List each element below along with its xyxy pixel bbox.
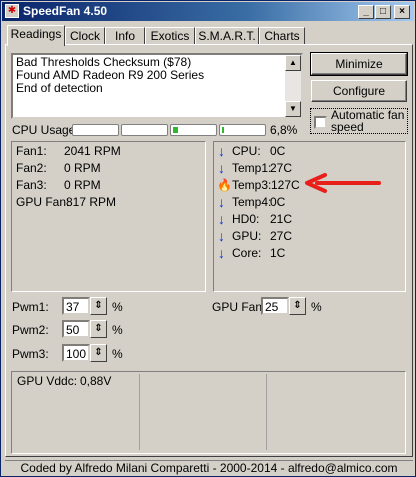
- scroll-up-arrow-icon[interactable]: ▲: [285, 55, 301, 71]
- cpu-core-fill: [173, 127, 178, 133]
- automatic-fan-speed-label: Automatic fan speed: [331, 109, 404, 133]
- arrow-down-icon: ↓: [218, 143, 225, 159]
- cpu-core-bar: [121, 124, 168, 136]
- title-bar[interactable]: ✱ SpeedFan 4.50 _ □ ×: [2, 2, 414, 21]
- temp-label: Temp3:: [232, 178, 272, 192]
- cpu-core-fill: [222, 127, 224, 133]
- temp-value: 127C: [271, 178, 300, 192]
- cpu-usage-label: CPU Usage: [12, 123, 76, 137]
- cpu-core-bar: [170, 124, 217, 136]
- temp-value: 21C: [270, 212, 293, 226]
- annotation-arrow: [305, 173, 381, 193]
- automatic-fan-speed-checkbox[interactable]: [314, 116, 327, 129]
- gpu-fan-label: GPU Fan:: [212, 300, 266, 314]
- pwm-label: Pwm3:: [12, 347, 49, 361]
- gpu-fan-input[interactable]: 25: [261, 297, 289, 315]
- auto-fan-label-line2: speed: [331, 120, 364, 134]
- arrow-down-icon: ↓: [218, 228, 225, 244]
- close-window-button[interactable]: ×: [394, 5, 410, 19]
- temp-label: Temp4:: [232, 195, 272, 209]
- configure-button[interactable]: Configure: [311, 80, 407, 102]
- fan-label: Fan2:: [16, 161, 47, 175]
- tab-smart[interactable]: S.M.A.R.T.: [195, 27, 259, 45]
- temp-label: HD0:: [232, 212, 260, 226]
- arrow-down-icon: ↓: [218, 194, 225, 210]
- temp-label: CPU:: [232, 144, 261, 158]
- pwm-unit: %: [112, 300, 123, 314]
- fan-label: Fan1:: [16, 144, 47, 158]
- pwm1-input[interactable]: 37: [62, 297, 90, 315]
- maximize-window-button[interactable]: □: [375, 5, 391, 19]
- arrow-down-icon: ↓: [218, 211, 225, 227]
- status-bar: Coded by Alfredo Milani Comparetti - 200…: [5, 460, 413, 475]
- speedfan-app-icon: ✱: [5, 4, 19, 18]
- temp-label: Temp1:: [232, 161, 272, 175]
- tab-charts[interactable]: Charts: [259, 27, 305, 45]
- gpu-fan-spin-arrows-icon[interactable]: ⇕: [289, 297, 306, 315]
- pwm-unit: %: [112, 323, 123, 337]
- pwm2-input[interactable]: 50: [62, 320, 90, 338]
- temp-value: 0C: [270, 144, 286, 158]
- fan-label: GPU Fan:: [16, 195, 70, 209]
- voltages-box: GPU Vddc: 0,88V: [11, 371, 406, 454]
- fan-value: 0 RPM: [64, 161, 101, 175]
- pwm-label: Pwm2:: [12, 323, 49, 337]
- arrow-down-icon: ↓: [218, 160, 225, 176]
- speedfan-window: ✱ SpeedFan 4.50 _ □ × Readings Clock Inf…: [0, 0, 416, 477]
- fan-value: 0 RPM: [64, 178, 101, 192]
- automatic-fan-speed-option[interactable]: Automatic fan speed: [310, 108, 408, 134]
- column-divider: [139, 374, 140, 450]
- flame-icon: 🔥: [217, 178, 232, 192]
- window-title: SpeedFan 4.50: [23, 4, 108, 18]
- voltage-value: 0,88V: [80, 374, 112, 388]
- pwm2-spin-arrows-icon[interactable]: ⇕: [90, 320, 107, 338]
- cpu-usage-percent: 6,8%: [270, 123, 298, 137]
- temperatures-box: ↓ CPU: 0C ↓ Temp1: 27C 🔥 Temp3: 127C ↓ T…: [213, 141, 406, 292]
- minimize-button[interactable]: Minimize: [310, 52, 408, 76]
- column-divider: [266, 374, 267, 450]
- fan-value: 817 RPM: [66, 195, 117, 209]
- log-scrollbar[interactable]: ▲ ▼: [285, 55, 301, 117]
- fan-label: Fan3:: [16, 178, 47, 192]
- tab-info[interactable]: Info: [105, 27, 145, 45]
- pwm-unit: %: [112, 347, 123, 361]
- temp-value: 27C: [270, 161, 293, 175]
- temp-label: Core:: [232, 246, 262, 260]
- fan-value: 2041 RPM: [64, 144, 121, 158]
- temp-label: GPU:: [232, 229, 262, 243]
- fans-box: Fan1: 2041 RPM Fan2: 0 RPM Fan3: 0 RPM G…: [11, 141, 206, 292]
- temp-value: 0C: [270, 195, 286, 209]
- cpu-core-bar: [219, 124, 266, 136]
- pwm3-spin-arrows-icon[interactable]: ⇕: [90, 344, 107, 362]
- voltage-label: GPU Vddc:: [17, 374, 78, 388]
- detection-log[interactable]: Bad Thresholds Checksum ($78) Found AMD …: [11, 53, 303, 119]
- log-line: End of detection: [16, 81, 103, 95]
- scroll-down-arrow-icon[interactable]: ▼: [285, 101, 301, 117]
- minimize-window-button[interactable]: _: [358, 5, 374, 19]
- tab-clock[interactable]: Clock: [65, 27, 105, 45]
- temp-value: 27C: [270, 229, 293, 243]
- tab-readings[interactable]: Readings: [7, 25, 65, 46]
- arrow-down-icon: ↓: [218, 245, 225, 261]
- pwm-label: Pwm1:: [12, 300, 49, 314]
- pwm1-spin-arrows-icon[interactable]: ⇕: [90, 297, 107, 315]
- gpu-fan-unit: %: [311, 300, 322, 314]
- tab-exotics[interactable]: Exotics: [145, 27, 195, 45]
- pwm3-input[interactable]: 100: [62, 344, 90, 362]
- temp-value: 1C: [270, 246, 286, 260]
- cpu-core-bar: [72, 124, 119, 136]
